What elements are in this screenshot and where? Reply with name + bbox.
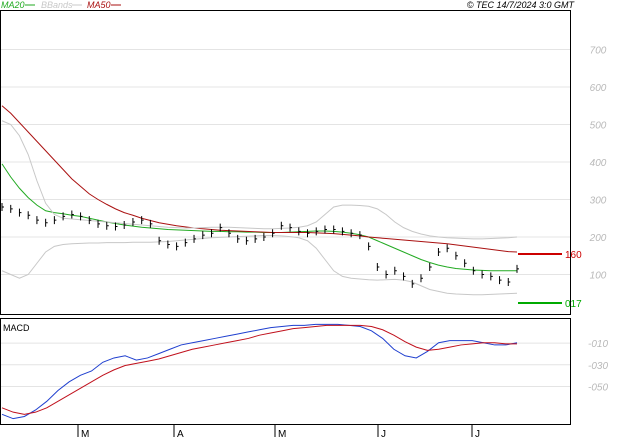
macd-title: MACD	[3, 323, 30, 333]
legend-ma50-label: MA50	[87, 0, 111, 10]
price-y-tick-label: 700	[590, 46, 607, 57]
price-y-tick-label: 500	[590, 121, 607, 132]
x-tick-label: J	[475, 429, 480, 440]
legend: MA20 BBands MA50	[1, 0, 121, 10]
x-tick-label: M	[278, 429, 286, 440]
price-y-tick-label: 200	[589, 233, 607, 244]
legend-ma20-label: MA20	[1, 0, 25, 10]
copyright-text: © TEC 14/7/2024 3:0 GMT	[467, 0, 576, 10]
price-y-tick-label: 400	[590, 158, 607, 169]
price-y-tick-label: 300	[590, 196, 607, 207]
level-marker-label: 160	[565, 250, 582, 261]
x-tick-label: J	[381, 429, 386, 440]
legend-bbands-label: BBands	[41, 0, 73, 10]
stock-chart: 160 017 700 600 500 400 300 200 100 -010 -030 -05…	[0, 0, 608, 440]
macd-y-tick-labels: -010 -030 -050	[588, 339, 608, 393]
level-marker-label: 017	[565, 299, 582, 310]
price-y-tick-labels: 700 600 500 400 300 200 100	[589, 46, 607, 282]
price-y-tick-label: 100	[590, 271, 607, 282]
macd-y-tick-label: -030	[588, 361, 608, 372]
price-y-tick-label: 600	[590, 83, 607, 94]
x-tick-label: M	[81, 429, 89, 440]
macd-y-tick-label: -050	[588, 382, 608, 393]
x-axis: MAMJJ	[77, 424, 480, 440]
macd-panel	[0, 318, 571, 425]
x-tick-label: A	[177, 429, 184, 440]
macd-y-tick-label: -010	[588, 339, 608, 350]
